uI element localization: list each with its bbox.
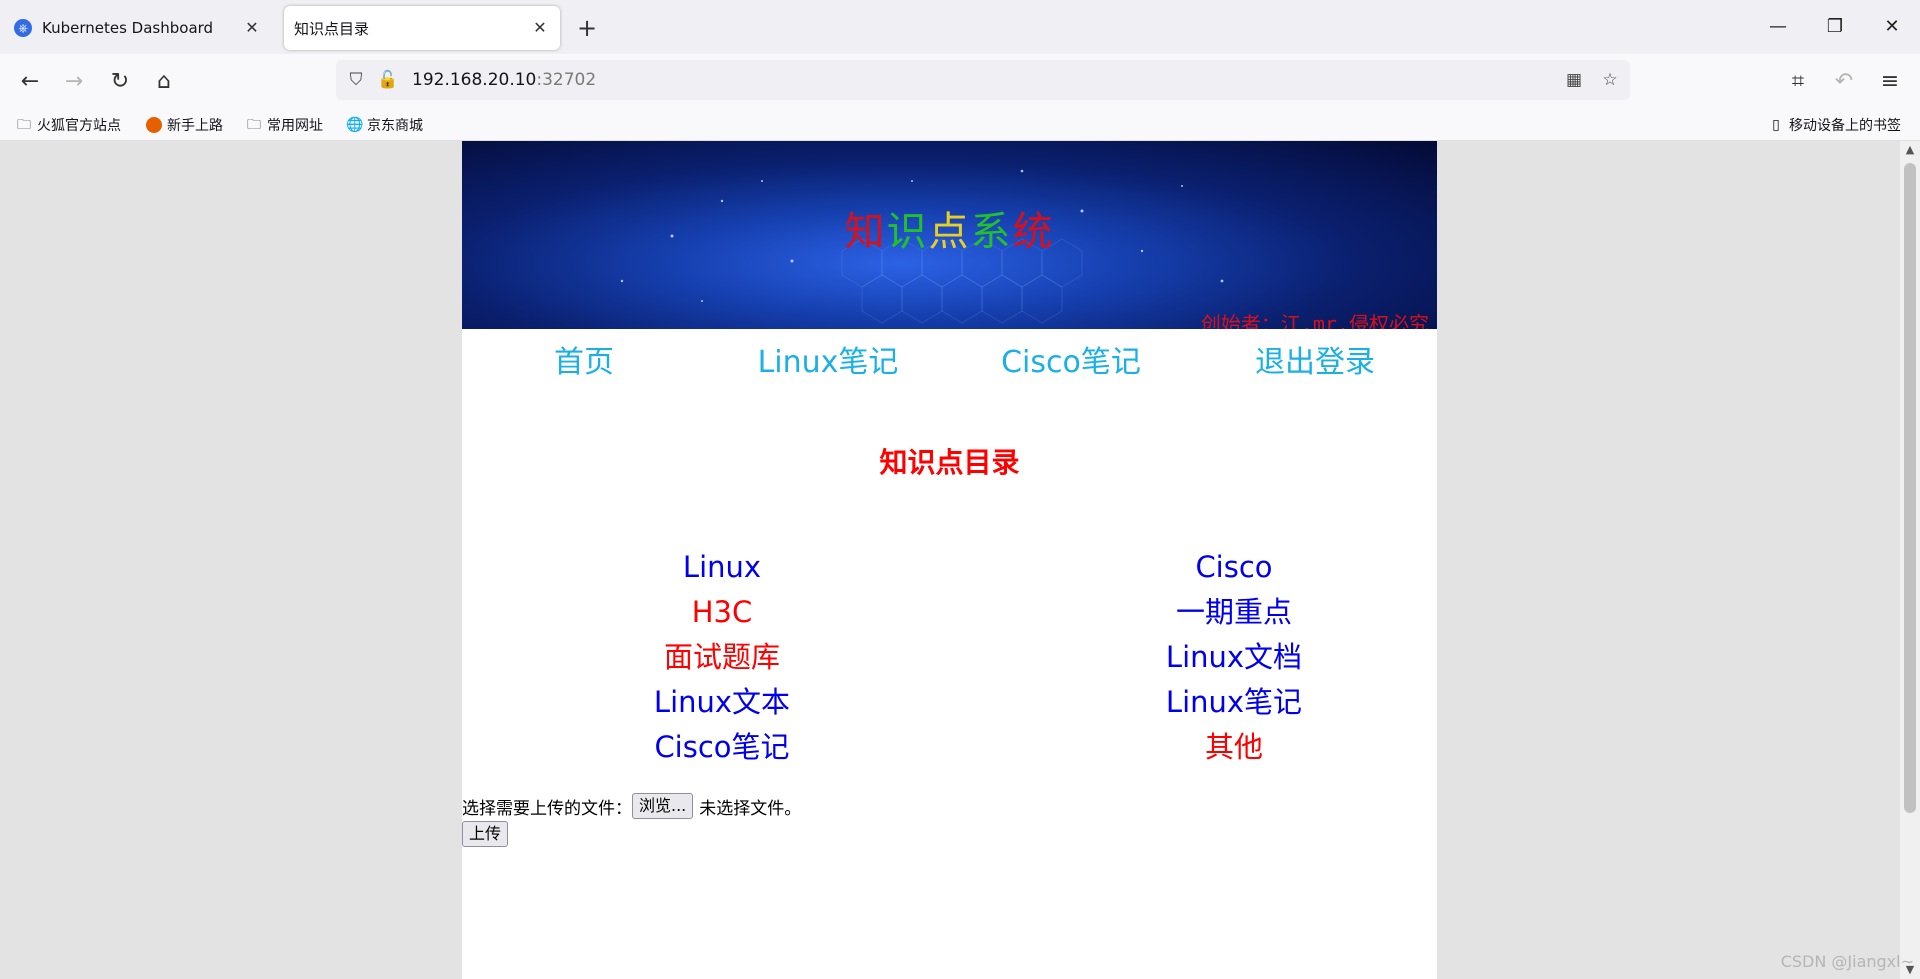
- scrollbar-thumb[interactable]: [1904, 163, 1916, 813]
- mobile-device-icon: ▯: [1772, 117, 1780, 133]
- folder-icon: 🗀: [17, 117, 31, 133]
- banner-title-char: 识: [886, 209, 929, 255]
- page-container: 知识点系统 创始者：江.mr.侵权必究 首页 Linux笔记 Cisco笔记 退…: [462, 141, 1437, 979]
- close-tab-icon[interactable]: ✕: [240, 16, 264, 40]
- menu-link-cisco-notes[interactable]: Cisco笔记: [949, 337, 1193, 381]
- tab-title: 知识点目录: [294, 19, 370, 38]
- catalog-link[interactable]: 其他: [1024, 725, 1444, 770]
- catalog-link[interactable]: 一期重点: [1024, 590, 1444, 635]
- undo-icon[interactable]: ↶: [1828, 66, 1860, 98]
- tab-title: Kubernetes Dashboard: [42, 19, 214, 37]
- bookmark-label: 常用网址: [267, 118, 323, 134]
- mobile-bookmarks[interactable]: ▯ 移动设备上的书签: [1768, 115, 1901, 135]
- bookmark-label: 移动设备上的书签: [1789, 118, 1901, 134]
- bookmarks-toolbar: 🗀 火狐官方站点 新手上路 🗀 常用网址 🌐 京东商城 ▯ 移动设备上的书签: [0, 108, 1920, 141]
- navigation-bar: ← → ↻ ⌂ ⛉ 🔓 192.168.20.10:32702 ▦ ☆ ⌗ ↶ …: [0, 54, 1920, 108]
- menu-link-logout[interactable]: 退出登录: [1193, 337, 1437, 381]
- url-port: :32702: [536, 70, 597, 90]
- bookmark-item[interactable]: 🗀 火狐官方站点: [16, 115, 121, 135]
- catalog-link[interactable]: H3C: [512, 590, 932, 635]
- menu-link-linux-notes[interactable]: Linux笔记: [706, 337, 950, 381]
- vertical-scrollbar[interactable]: ▲ ▼: [1900, 141, 1920, 979]
- catalog-link[interactable]: Linux笔记: [1024, 680, 1444, 725]
- catalog-link[interactable]: Cisco: [1024, 545, 1444, 590]
- catalog-link[interactable]: Linux: [512, 545, 932, 590]
- close-tab-icon[interactable]: ✕: [528, 16, 552, 40]
- bookmark-item[interactable]: 🌐 京东商城: [346, 115, 423, 135]
- qr-code-icon[interactable]: ▦: [1562, 68, 1586, 92]
- bookmark-item[interactable]: 新手上路: [146, 115, 223, 135]
- catalog-column-left: Linux H3C 面试题库 Linux文本 Cisco笔记: [512, 545, 932, 770]
- address-bar[interactable]: ⛉ 🔓 192.168.20.10:32702 ▦ ☆: [336, 60, 1630, 100]
- back-button[interactable]: ←: [14, 66, 46, 98]
- page-viewport: 知识点系统 创始者：江.mr.侵权必究 首页 Linux笔记 Cisco笔记 退…: [0, 141, 1900, 979]
- watermark: CSDN @Jiangxl~: [1780, 952, 1914, 971]
- tab-kubernetes-dashboard[interactable]: ⎈ Kubernetes Dashboard ✕: [6, 6, 272, 50]
- banner-title-char: 系: [970, 209, 1013, 255]
- bookmark-star-icon[interactable]: ☆: [1598, 68, 1622, 92]
- folder-icon: 🗀: [247, 117, 261, 133]
- banner-title-char: 知: [844, 209, 887, 255]
- bookmark-label: 新手上路: [167, 118, 223, 134]
- header-banner: 知识点系统 创始者：江.mr.侵权必究: [462, 141, 1437, 329]
- banner-creator: 创始者：江.mr.侵权必究: [1200, 312, 1429, 329]
- tab-knowledge-catalog[interactable]: 知识点目录 ✕: [284, 6, 560, 50]
- upload-submit-button[interactable]: 上传: [462, 821, 509, 847]
- banner-title-char: 统: [1012, 209, 1055, 255]
- insecure-lock-icon[interactable]: 🔓: [376, 68, 400, 92]
- site-menu: 首页 Linux笔记 Cisco笔记 退出登录: [462, 331, 1437, 381]
- restore-button[interactable]: ❐: [1815, 12, 1855, 42]
- page-heading: 知识点目录: [879, 446, 1020, 479]
- banner-title: 知识点系统: [462, 199, 1437, 257]
- close-window-button[interactable]: ✕: [1872, 12, 1912, 42]
- tracking-shield-icon[interactable]: ⛉: [344, 68, 368, 92]
- upload-form: 选择需要上传的文件： 浏览... 未选择文件。 上传: [462, 792, 801, 848]
- catalog-column-right: Cisco 一期重点 Linux文档 Linux笔记 其他: [1024, 545, 1444, 770]
- no-file-text: 未选择文件。: [699, 798, 802, 819]
- menu-hamburger-icon[interactable]: ≡: [1874, 66, 1906, 98]
- scroll-up-icon[interactable]: ▲: [1900, 141, 1920, 159]
- bookmark-label: 京东商城: [367, 118, 423, 134]
- url-text[interactable]: 192.168.20.10:32702: [412, 70, 596, 90]
- browse-button[interactable]: 浏览...: [632, 793, 694, 819]
- menu-link-home[interactable]: 首页: [462, 337, 706, 381]
- banner-title-char: 点: [928, 209, 971, 255]
- kubernetes-icon: ⎈: [14, 19, 32, 37]
- catalog-link[interactable]: 面试题库: [512, 635, 932, 680]
- bookmark-label: 火狐官方站点: [37, 118, 121, 134]
- crop-screenshot-icon[interactable]: ⌗: [1782, 66, 1814, 98]
- tab-bar: ⎈ Kubernetes Dashboard ✕ 知识点目录 ✕ + — ❐ ✕: [0, 0, 1920, 54]
- home-button[interactable]: ⌂: [148, 66, 180, 98]
- catalog-link[interactable]: Linux文档: [1024, 635, 1444, 680]
- forward-button[interactable]: →: [58, 66, 90, 98]
- url-host: 192.168.20.10: [412, 70, 537, 90]
- globe-icon: 🌐: [346, 117, 364, 133]
- upload-label: 选择需要上传的文件：: [462, 798, 632, 819]
- bookmark-item[interactable]: 🗀 常用网址: [246, 115, 323, 135]
- firefox-icon: [146, 117, 162, 133]
- minimize-button[interactable]: —: [1758, 12, 1798, 42]
- new-tab-button[interactable]: +: [572, 14, 602, 44]
- catalog-link[interactable]: Linux文本: [512, 680, 932, 725]
- reload-button[interactable]: ↻: [104, 66, 136, 98]
- catalog-link[interactable]: Cisco笔记: [512, 725, 932, 770]
